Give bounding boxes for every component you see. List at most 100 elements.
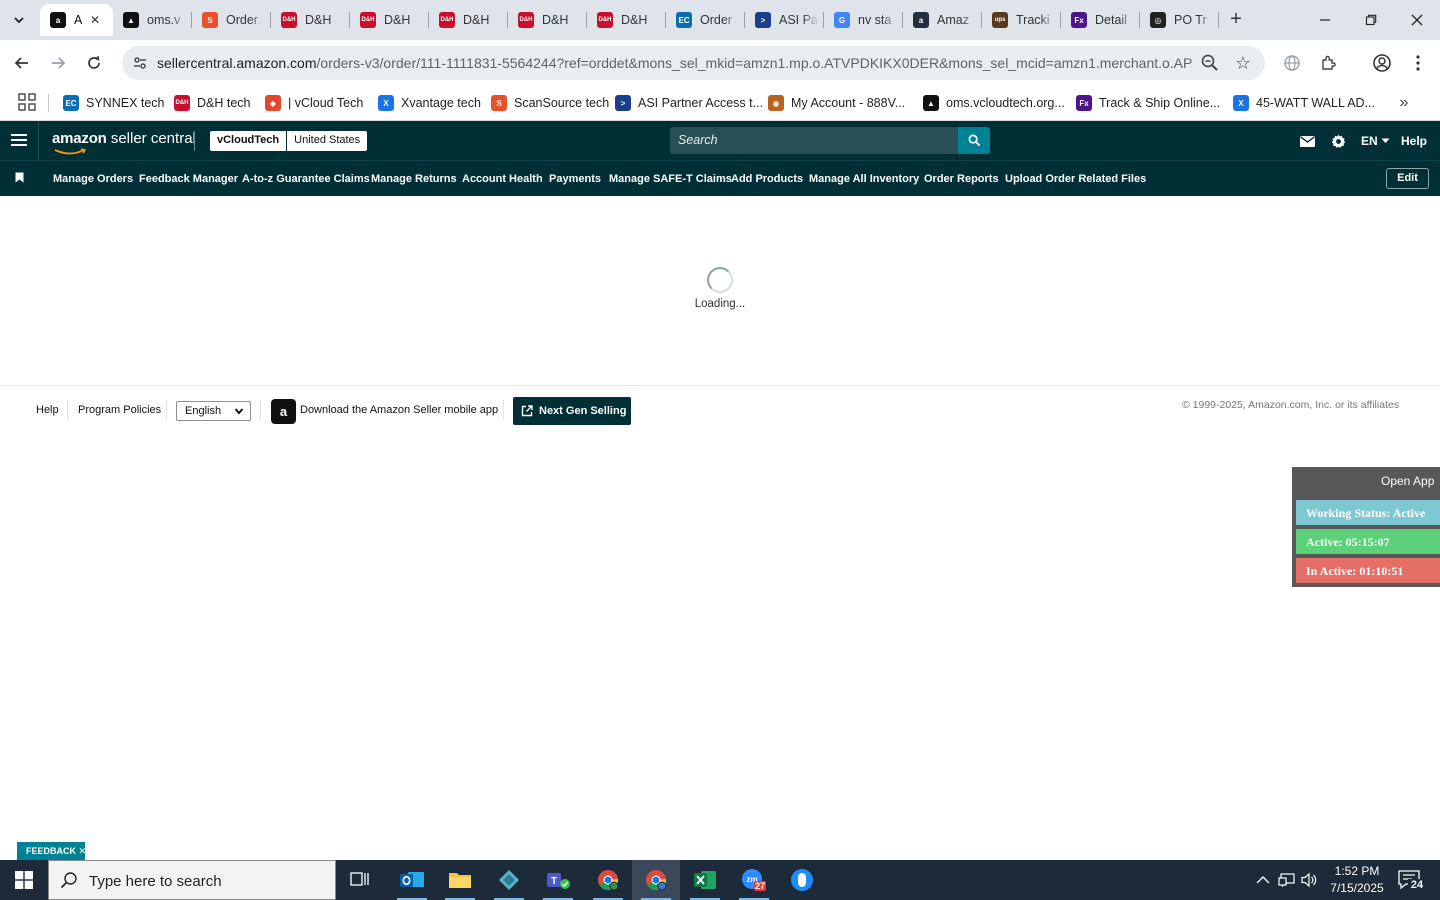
taskbar-app-app-blue[interactable]	[778, 860, 826, 900]
browser-tab[interactable]: ▲ oms.v	[113, 4, 192, 36]
extensions-icon[interactable]	[1317, 51, 1341, 75]
browser-tab[interactable]: > ASI Pa	[745, 4, 824, 36]
bookmark-item[interactable]: ▲ oms.vcloudtech.org...	[923, 92, 1065, 114]
taskbar-app-outlook[interactable]	[388, 860, 436, 900]
bookmark-item[interactable]: D&H D&H tech	[174, 92, 251, 114]
active-time-row: Active: 05:15:07	[1296, 529, 1440, 554]
nav-link[interactable]: Order Reports	[924, 173, 999, 185]
bookmark-item[interactable]: > ASI Partner Access t...	[615, 92, 763, 114]
show-hidden-icons-button[interactable]	[1254, 871, 1272, 889]
footer-program-policies-link[interactable]: Program Policies	[78, 404, 161, 416]
taskbar-search-input[interactable]: Type here to search	[48, 860, 336, 900]
language-code: EN	[1361, 134, 1378, 148]
nav-link[interactable]: Payments	[549, 173, 601, 185]
next-gen-selling-button[interactable]: Next Gen Selling	[513, 397, 631, 425]
nav-link[interactable]: Upload Order Related Files	[1005, 173, 1146, 185]
taskbar-app-teams[interactable]: T	[534, 860, 582, 900]
nav-link[interactable]: Manage All Inventory	[809, 173, 919, 185]
forward-button[interactable]	[44, 49, 72, 77]
browser-tab[interactable]: D&H D&H	[587, 4, 666, 36]
seller-central-logo[interactable]: amazon seller central	[52, 130, 196, 147]
seller-search-button[interactable]	[958, 127, 990, 154]
nav-link[interactable]: Manage SAFE-T Claims	[609, 173, 732, 185]
edit-nav-button[interactable]: Edit	[1386, 168, 1429, 189]
back-button[interactable]	[8, 49, 36, 77]
taskbar-clock[interactable]: 1:52 PM 7/15/2025	[1322, 863, 1392, 897]
taskbar-app-zoom[interactable]: zm 27	[730, 860, 778, 900]
bookmark-item[interactable]: ◆ | vCloud Tech	[265, 92, 363, 114]
nav-link[interactable]: Manage Returns	[371, 173, 457, 185]
nav-link[interactable]: Feedback Manager	[139, 173, 238, 185]
browser-tab[interactable]: D&H D&H	[508, 4, 587, 36]
taskbar-app-chrome-profile[interactable]	[632, 860, 680, 900]
messages-button[interactable]	[1300, 132, 1315, 150]
zoom-icon[interactable]	[1200, 53, 1220, 73]
reload-button[interactable]	[80, 49, 108, 77]
zoom-badge: 27	[755, 881, 766, 891]
tab-search-button[interactable]	[6, 8, 32, 32]
amazon-icon: a	[913, 12, 929, 28]
minimize-button[interactable]	[1302, 0, 1348, 40]
language-switcher[interactable]: EN	[1361, 132, 1390, 150]
menu-hamburger-icon[interactable]	[11, 132, 27, 148]
nav-link[interactable]: Add Products	[731, 173, 803, 185]
bookmark-item[interactable]: ◉ My Account - 888V...	[768, 92, 905, 114]
new-tab-button[interactable]: +	[1224, 8, 1248, 32]
taskbar-app-chrome[interactable]	[584, 860, 632, 900]
help-link[interactable]: Help	[1401, 132, 1427, 150]
browser-tab[interactable]: a Amaz	[903, 4, 982, 36]
nav-link[interactable]: Manage Orders	[53, 173, 133, 185]
profile-icon[interactable]	[1370, 51, 1394, 75]
taskbar-app-file-explorer[interactable]	[436, 860, 484, 900]
taskbar-app-app-diamond[interactable]	[485, 860, 533, 900]
nav-link[interactable]: A-to-z Guarantee Claims	[242, 173, 370, 185]
bookmark-label: | vCloud Tech	[288, 96, 364, 110]
browser-tab[interactable]: D&H D&H	[271, 4, 350, 36]
browser-tab[interactable]: ups Tracki	[982, 4, 1061, 36]
tab-title: Order	[226, 13, 258, 27]
browser-tab[interactable]: a A ✕	[40, 4, 113, 36]
browser-tab[interactable]: Fx Detail	[1061, 4, 1140, 36]
bookmark-item[interactable]: Fx Track & Ship Online...	[1076, 92, 1220, 114]
bookmark-item[interactable]: X 45-WATT WALL AD...	[1233, 92, 1375, 114]
amazon-app-icon[interactable]: a	[271, 399, 296, 424]
network-icon[interactable]	[1278, 871, 1296, 889]
close-window-button[interactable]	[1394, 0, 1440, 40]
scansource-icon: S	[202, 12, 218, 28]
bookmark-icon[interactable]	[15, 172, 24, 183]
footer-help-link[interactable]: Help	[36, 404, 59, 416]
close-tab-icon[interactable]: ✕	[87, 12, 103, 28]
settings-button[interactable]	[1331, 132, 1346, 150]
volume-icon[interactable]	[1300, 871, 1318, 889]
start-button[interactable]	[0, 860, 48, 900]
browser-tab[interactable]: EC Order	[666, 4, 745, 36]
account-switcher[interactable]: vCloudTech United States	[210, 131, 368, 151]
mail-icon	[1300, 135, 1315, 147]
bookmark-item[interactable]: EC SYNNEX tech	[63, 92, 165, 114]
translate-icon[interactable]	[1280, 51, 1304, 75]
browser-tab[interactable]: D&H D&H	[429, 4, 508, 36]
browser-tab[interactable]: Gnv sta	[824, 4, 903, 36]
browser-toolbar: sellercentral.amazon.com/orders-v3/order…	[0, 40, 1440, 86]
browser-tab[interactable]: S Order	[192, 4, 271, 36]
download-app-link[interactable]: Download the Amazon Seller mobile app	[300, 404, 498, 416]
address-bar[interactable]: sellercentral.amazon.com/orders-v3/order…	[122, 46, 1265, 80]
bookmark-item[interactable]: X Xvantage tech	[378, 92, 481, 114]
bookmark-star-icon[interactable]: ☆	[1232, 52, 1254, 74]
browser-tab[interactable]: ◎ PO Tr	[1140, 4, 1219, 36]
nav-link[interactable]: Account Health	[462, 173, 543, 185]
footer-language-select[interactable]: English	[176, 401, 251, 421]
apps-grid-icon[interactable]	[18, 93, 36, 111]
more-bookmarks-button[interactable]: »	[1394, 92, 1414, 114]
arrow-left-icon	[14, 57, 28, 69]
seller-search-input[interactable]: Search	[670, 127, 990, 154]
feedback-tab[interactable]: FEEDBACK ✕	[17, 842, 86, 860]
taskbar-app-excel[interactable]	[681, 860, 729, 900]
open-app-button[interactable]: Open App	[1381, 474, 1434, 488]
site-info-icon[interactable]	[130, 53, 150, 73]
taskbar-app-task-view[interactable]	[336, 860, 384, 900]
browser-tab[interactable]: D&H D&H	[350, 4, 429, 36]
browser-menu-icon[interactable]	[1406, 51, 1430, 75]
restore-button[interactable]	[1348, 0, 1394, 40]
bookmark-item[interactable]: S ScanSource tech	[491, 92, 609, 114]
